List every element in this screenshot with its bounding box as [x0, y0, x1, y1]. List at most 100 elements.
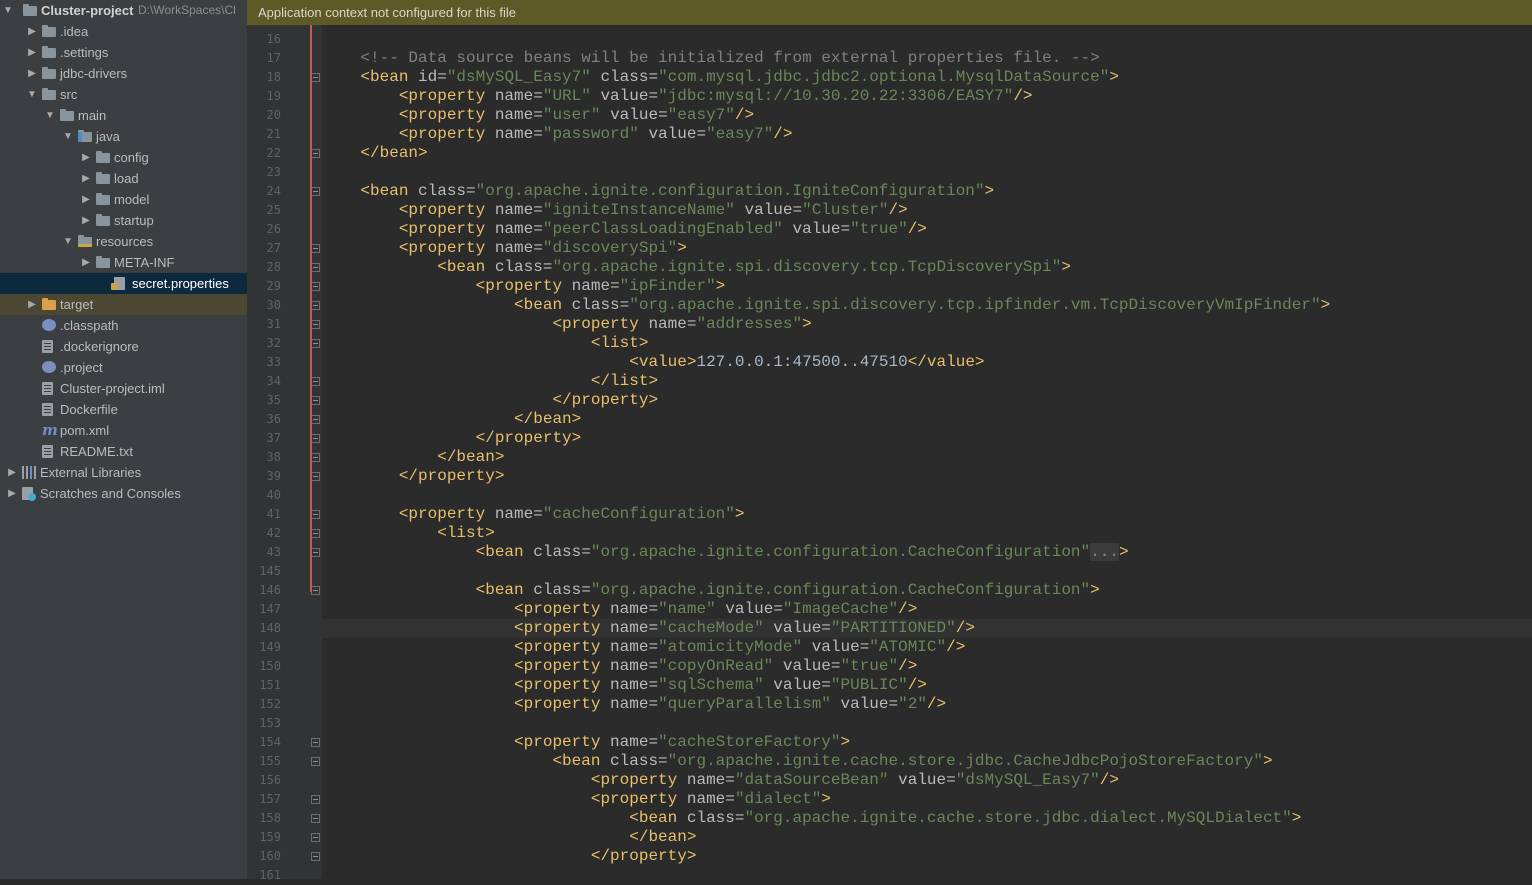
code-line[interactable]: <property name="cacheConfiguration">	[322, 505, 1532, 524]
tree-item-target[interactable]: ▶ target	[0, 294, 247, 315]
code-line[interactable]: <property name="ipFinder">	[322, 277, 1532, 296]
fold-marker-icon[interactable]	[311, 187, 320, 196]
tree-item-idea[interactable]: ▶ .idea	[0, 21, 247, 42]
code-line[interactable]: <bean class="org.apache.ignite.configura…	[322, 182, 1532, 201]
code-line[interactable]: <bean class="org.apache.ignite.spi.disco…	[322, 258, 1532, 277]
tree-item-settings[interactable]: ▶ .settings	[0, 42, 247, 63]
chevron-right-icon[interactable]: ▶	[80, 189, 92, 210]
chevron-right-icon[interactable]: ▶	[6, 462, 18, 483]
chevron-down-icon[interactable]: ▼	[44, 105, 56, 126]
code-line[interactable]: <property name="addresses">	[322, 315, 1532, 334]
fold-marker-icon[interactable]	[311, 434, 320, 443]
line-gutter[interactable]: 16 17 18 19 20 21 22 23 24 25 26 27 28 29 30 31 32 33 34 35…	[247, 25, 310, 882]
fold-marker-icon[interactable]	[311, 320, 320, 329]
code-line[interactable]: <bean id="dsMySQL_Easy7" class="com.mysq…	[322, 68, 1532, 87]
project-tree[interactable]: ▼ Cluster-project D:\WorkSpaces\Cl ▶ .ide…	[0, 0, 247, 879]
code-line[interactable]: <property name="discoverySpi">	[322, 239, 1532, 258]
code-line[interactable]: <bean class="org.apache.ignite.configura…	[322, 543, 1532, 562]
code-line[interactable]: <property name="cacheMode" value="PARTIT…	[322, 619, 1532, 638]
folded-region[interactable]: ...	[1090, 543, 1119, 561]
code-line[interactable]: <property name="password" value="easy7"/…	[322, 125, 1532, 144]
tree-item-cluster-project-iml[interactable]: Cluster-project.iml	[0, 378, 247, 399]
tree-item-resources[interactable]: ▼ resources	[0, 231, 247, 252]
fold-marker-icon[interactable]	[311, 396, 320, 405]
tree-item-load[interactable]: ▶ load	[0, 168, 247, 189]
tree-item-src[interactable]: ▼ src	[0, 84, 247, 105]
code-line[interactable]: <list>	[322, 334, 1532, 353]
chevron-down-icon[interactable]: ▼	[2, 0, 14, 21]
chevron-right-icon[interactable]: ▶	[26, 294, 38, 315]
code-line[interactable]: </bean>	[322, 828, 1532, 847]
chevron-down-icon[interactable]: ▼	[26, 84, 38, 105]
code-line[interactable]	[322, 562, 1532, 581]
fold-marker-icon[interactable]	[311, 529, 320, 538]
fold-marker-icon[interactable]	[311, 738, 320, 747]
code-line[interactable]: </property>	[322, 429, 1532, 448]
vcs-change-marker[interactable]	[310, 25, 312, 592]
fold-marker-icon[interactable]	[311, 244, 320, 253]
chevron-right-icon[interactable]: ▶	[26, 63, 38, 84]
code-line[interactable]: <property name="cacheStoreFactory">	[322, 733, 1532, 752]
code-line[interactable]: <bean class="org.apache.ignite.spi.disco…	[322, 296, 1532, 315]
code-line[interactable]: <property name="queryParallelism" value=…	[322, 695, 1532, 714]
code-line[interactable]: <bean class="org.apache.ignite.cache.sto…	[322, 752, 1532, 771]
code-line[interactable]: <property name="user" value="easy7"/>	[322, 106, 1532, 125]
fold-marker-icon[interactable]	[311, 510, 320, 519]
tree-item-scratches-and-consoles[interactable]: ▶ Scratches and Consoles	[0, 483, 247, 504]
code-line[interactable]: </property>	[322, 467, 1532, 486]
code-line[interactable]: <property name="name" value="ImageCache"…	[322, 600, 1532, 619]
tree-item-classpath[interactable]: .classpath	[0, 315, 247, 336]
fold-marker-icon[interactable]	[311, 263, 320, 272]
tree-item-config[interactable]: ▶ config	[0, 147, 247, 168]
code-line[interactable]: <property name="sqlSchema" value="PUBLIC…	[322, 676, 1532, 695]
tree-item-external-libraries[interactable]: ▶ External Libraries	[0, 462, 247, 483]
code-line[interactable]: </bean>	[322, 410, 1532, 429]
code-line[interactable]: <property name="dataSourceBean" value="d…	[322, 771, 1532, 790]
tree-item-meta-inf[interactable]: ▶ META-INF	[0, 252, 247, 273]
tree-root[interactable]: ▼ Cluster-project D:\WorkSpaces\Cl	[0, 0, 247, 21]
code-line[interactable]: <list>	[322, 524, 1532, 543]
code-line[interactable]: <value>127.0.0.1:47500..47510</value>	[322, 353, 1532, 372]
code-area[interactable]: <!-- Data source beans will be initializ…	[322, 25, 1532, 879]
code-line[interactable]	[322, 163, 1532, 182]
fold-marker-icon[interactable]	[311, 415, 320, 424]
code-line[interactable]: <bean class="org.apache.ignite.cache.sto…	[322, 809, 1532, 828]
chevron-right-icon[interactable]: ▶	[6, 483, 18, 504]
code-line[interactable]: <!-- Data source beans will be initializ…	[322, 49, 1532, 68]
code-line[interactable]: </property>	[322, 391, 1532, 410]
fold-marker-icon[interactable]	[311, 377, 320, 386]
tree-item-jdbc-drivers[interactable]: ▶ jdbc-drivers	[0, 63, 247, 84]
fold-marker-icon[interactable]	[311, 548, 320, 557]
tree-item-main[interactable]: ▼ main	[0, 105, 247, 126]
tree-item-startup[interactable]: ▶ startup	[0, 210, 247, 231]
tree-item-pom-xml[interactable]: m pom.xml	[0, 420, 247, 441]
fold-marker-icon[interactable]	[311, 301, 320, 310]
tree-item-project[interactable]: .project	[0, 357, 247, 378]
tree-item-java[interactable]: ▼ java	[0, 126, 247, 147]
code-line[interactable]: </bean>	[322, 144, 1532, 163]
fold-marker-icon[interactable]	[311, 814, 320, 823]
fold-marker-icon[interactable]	[311, 472, 320, 481]
code-line[interactable]: </list>	[322, 372, 1532, 391]
code-line[interactable]: </bean>	[322, 448, 1532, 467]
fold-marker-icon[interactable]	[311, 852, 320, 861]
code-line[interactable]	[322, 30, 1532, 49]
code-line[interactable]: <property name="igniteInstanceName" valu…	[322, 201, 1532, 220]
code-line[interactable]	[322, 714, 1532, 733]
fold-marker-icon[interactable]	[311, 73, 320, 82]
tree-item-dockerignore[interactable]: .dockerignore	[0, 336, 247, 357]
code-line[interactable]: <property name="atomicityMode" value="AT…	[322, 638, 1532, 657]
tree-item-readme-txt[interactable]: README.txt	[0, 441, 247, 462]
chevron-right-icon[interactable]: ▶	[26, 42, 38, 63]
code-line[interactable]: <property name="peerClassLoadingEnabled"…	[322, 220, 1532, 239]
fold-marker-icon[interactable]	[311, 149, 320, 158]
code-line[interactable]: <bean class="org.apache.ignite.configura…	[322, 581, 1532, 600]
code-line[interactable]: <property name="URL" value="jdbc:mysql:/…	[322, 87, 1532, 106]
code-line[interactable]: <property name="copyOnRead" value="true"…	[322, 657, 1532, 676]
code-editor[interactable]: Application context not configured for t…	[247, 0, 1532, 882]
fold-marker-icon[interactable]	[311, 339, 320, 348]
chevron-right-icon[interactable]: ▶	[26, 21, 38, 42]
code-line[interactable]	[322, 486, 1532, 505]
fold-marker-icon[interactable]	[311, 833, 320, 842]
tree-item-secret-properties[interactable]: secret.properties	[0, 273, 247, 294]
